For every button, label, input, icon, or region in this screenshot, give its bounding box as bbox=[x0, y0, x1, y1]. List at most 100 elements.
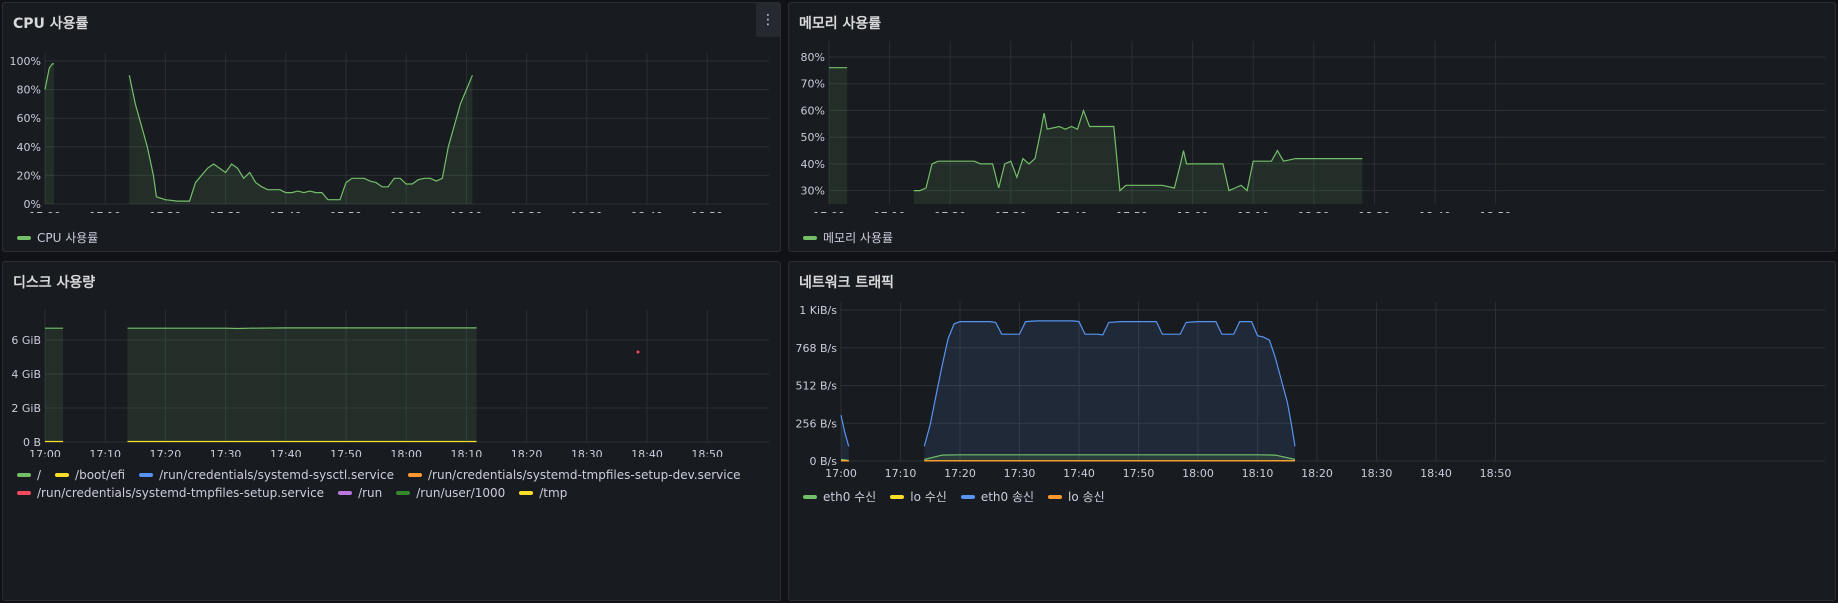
legend-label: lo 송신 bbox=[1068, 490, 1105, 504]
x-tick-label: 18:00 bbox=[390, 210, 422, 213]
legend-label: /run/credentials/systemd-tmpfiles-setup-… bbox=[427, 468, 741, 482]
legend-item[interactable]: / bbox=[17, 468, 41, 482]
x-tick-label: 18:30 bbox=[571, 448, 603, 457]
y-tick-label: 1 KiB/s bbox=[799, 304, 837, 317]
series-area bbox=[913, 110, 1363, 204]
network-traffic-chart[interactable]: 1 KiB/s768 B/s512 B/s256 B/s0 B/s17:00 17… bbox=[789, 262, 1837, 482]
legend-label: / bbox=[37, 468, 42, 482]
x-tick-label: 17:50 bbox=[330, 210, 362, 213]
x-tick-label: 18:20 bbox=[511, 210, 543, 213]
disk-usage-panel: 디스크 사용량 6 GiB 4 GiB 2 GiB 0 B 17:00 17:10 17:2… bbox=[2, 261, 781, 601]
legend-item[interactable]: /run/credentials/systemd-sysctl.service bbox=[139, 468, 394, 482]
x-tick-label: 18:40 bbox=[631, 210, 663, 213]
legend-label: /run/credentials/systemd-tmpfiles-setup.… bbox=[37, 486, 325, 500]
x-tick-label: 18:50 bbox=[1480, 467, 1512, 480]
legend-item[interactable]: /run/user/1000 bbox=[396, 486, 505, 500]
y-tick-label: 40% bbox=[17, 141, 41, 154]
x-tick-label: 17:50 bbox=[330, 448, 362, 457]
legend: eth0 수신 lo 수신 eth0 송신 lo 송신 bbox=[803, 488, 1105, 505]
x-tick-label: 18:10 bbox=[451, 210, 483, 213]
x-tick-label: 18:50 bbox=[691, 210, 723, 213]
legend-item[interactable]: /tmp bbox=[519, 486, 567, 500]
y-tick-label: 2 GiB bbox=[11, 402, 41, 415]
legend-item[interactable]: CPU 사용률 bbox=[17, 229, 98, 246]
legend-swatch bbox=[338, 491, 353, 495]
x-tick-label: 18:10 bbox=[1242, 467, 1274, 480]
legend-item[interactable]: eth0 송신 bbox=[960, 488, 1034, 505]
y-tick-label: 256 B/s bbox=[796, 417, 838, 430]
x-tick-label: 17:40 bbox=[270, 210, 302, 213]
x-tick-label: 17:30 bbox=[995, 210, 1027, 213]
x-tick-label: 18:00 bbox=[1177, 210, 1209, 213]
legend-swatch bbox=[55, 473, 70, 477]
legend-swatch bbox=[519, 491, 534, 495]
x-tick-label: 17:30 bbox=[1004, 467, 1036, 480]
legend-item[interactable]: eth0 수신 bbox=[803, 488, 876, 505]
legend-label: eth0 수신 bbox=[823, 490, 877, 504]
x-tick-label: 18:20 bbox=[1301, 467, 1333, 480]
legend-item[interactable]: /run bbox=[338, 486, 382, 500]
legend-item[interactable]: /run/credentials/systemd-tmpfiles-setup-… bbox=[407, 468, 741, 482]
x-tick-label: 18:20 bbox=[511, 448, 543, 457]
legend-label: /run bbox=[358, 486, 383, 500]
y-tick-label: 768 B/s bbox=[796, 342, 838, 355]
legend-item[interactable]: 메모리 사용률 bbox=[803, 229, 893, 246]
x-tick-label: 18:00 bbox=[390, 448, 422, 457]
x-tick-label: 18:30 bbox=[1361, 467, 1393, 480]
network-traffic-panel: 네트워크 트래픽 1 KiB/s 768 B/s 512 B/s 256 B/s 0 B… bbox=[788, 261, 1836, 601]
legend-item[interactable]: /boot/efi bbox=[55, 468, 125, 482]
series-area bbox=[129, 75, 473, 204]
series-area bbox=[924, 454, 1295, 461]
legend-item[interactable]: /run/credentials/systemd-tmpfiles-setup.… bbox=[17, 486, 324, 500]
disk-usage-chart[interactable]: 6 GiB4 GiB2 GiB0 B17:00 17:10 17:20 17:30 17… bbox=[3, 262, 782, 457]
legend-item[interactable]: lo 수신 bbox=[890, 488, 947, 505]
legend-swatch bbox=[960, 494, 975, 499]
x-tick-label: 17:30 bbox=[210, 448, 242, 457]
y-tick-label: 6 GiB bbox=[11, 334, 41, 347]
legend-label: /run/credentials/systemd-sysctl.service bbox=[159, 468, 394, 482]
x-tick-label: 17:50 bbox=[1116, 210, 1148, 213]
x-tick-label: 17:10 bbox=[874, 210, 906, 213]
legend-swatch bbox=[1048, 494, 1063, 499]
y-tick-label: 512 B/s bbox=[796, 380, 838, 393]
y-tick-label: 100% bbox=[10, 55, 41, 68]
x-tick-label: 18:40 bbox=[1419, 210, 1451, 213]
legend-label: lo 수신 bbox=[910, 490, 947, 504]
y-tick-label: 40% bbox=[801, 158, 825, 171]
x-tick-label: 17:40 bbox=[1056, 210, 1088, 213]
x-tick-label: 18:50 bbox=[1480, 210, 1512, 213]
y-tick-label: 60% bbox=[17, 112, 41, 125]
legend: / /boot/efi/run/credentials/systemd-sysct… bbox=[17, 468, 757, 500]
x-tick-label: 18:30 bbox=[1359, 210, 1391, 213]
series-area bbox=[127, 327, 477, 442]
x-tick-label: 18:40 bbox=[631, 448, 663, 457]
y-tick-label: 20% bbox=[17, 169, 41, 182]
legend: CPU 사용률 bbox=[17, 229, 98, 246]
x-tick-label: 18:10 bbox=[1237, 210, 1269, 213]
y-tick-label: 60% bbox=[801, 104, 825, 117]
legend-label: CPU 사용률 bbox=[37, 231, 99, 245]
x-tick-label: 17:20 bbox=[934, 210, 966, 213]
y-tick-label: 80% bbox=[17, 84, 41, 97]
x-tick-label: 18:00 bbox=[1182, 467, 1214, 480]
legend-swatch bbox=[139, 473, 154, 477]
x-tick-label: 17:20 bbox=[944, 467, 976, 480]
cpu-usage-panel: CPU 사용률 ⋮ 100%80%60%40%20%0%17:0017:1017… bbox=[2, 2, 781, 252]
x-tick-label: 17:00 bbox=[825, 467, 857, 480]
x-tick-label: 17:00 bbox=[29, 448, 61, 457]
legend-swatch bbox=[17, 235, 31, 240]
x-tick-label: 18:40 bbox=[1420, 467, 1452, 480]
x-tick-label: 17:00 bbox=[29, 210, 61, 213]
legend: 메모리 사용률 bbox=[803, 229, 893, 246]
legend-swatch bbox=[17, 491, 31, 495]
legend-swatch bbox=[396, 491, 411, 495]
y-tick-label: 50% bbox=[801, 131, 825, 144]
y-tick-label: 4 GiB bbox=[11, 368, 41, 381]
legend-label: /tmp bbox=[539, 486, 568, 500]
x-tick-label: 17:20 bbox=[150, 448, 182, 457]
cpu-usage-chart[interactable]: 100%80%60%40%20%0%17:0017:1017:2017:3017… bbox=[3, 3, 782, 213]
legend-swatch bbox=[803, 235, 817, 240]
legend-item[interactable]: lo 송신 bbox=[1048, 488, 1105, 505]
memory-usage-chart[interactable]: 80% 70% 60% 50% 40% 30% 17:00 17:10 17:20 17:30 17… bbox=[789, 3, 1837, 213]
memory-usage-panel: 메모리 사용률 80% 70% 60% 50% 40% 30% 17:00 17:10 17:2… bbox=[788, 2, 1836, 252]
